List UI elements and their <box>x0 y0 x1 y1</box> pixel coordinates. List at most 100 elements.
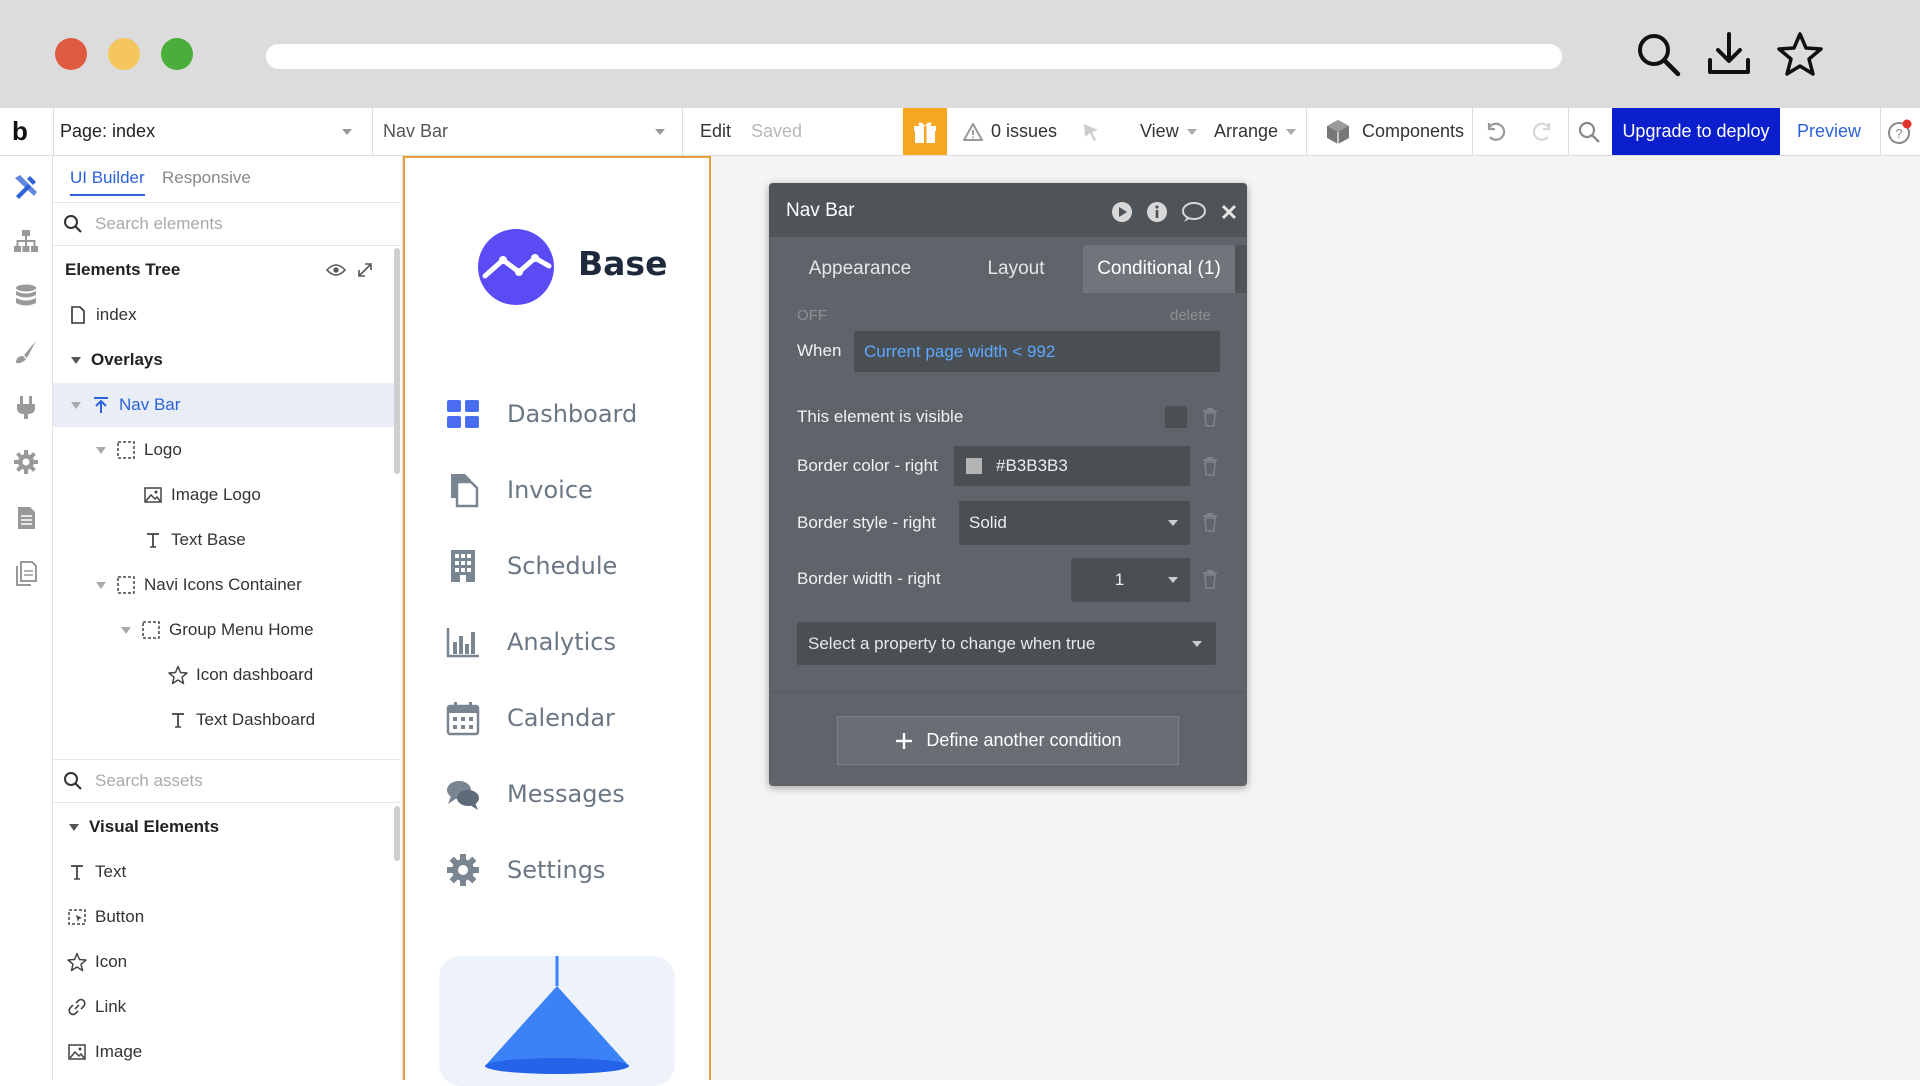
undo-icon[interactable] <box>1484 120 1508 144</box>
visual-element-button[interactable]: Button <box>53 895 398 939</box>
define-another-condition-button[interactable]: Define another condition <box>837 716 1179 765</box>
comment-icon[interactable] <box>1181 201 1207 223</box>
collapse-triangle-icon[interactable] <box>71 356 81 364</box>
condition-expression-field[interactable]: Current page width < 992 <box>854 331 1220 372</box>
visible-label: This element is visible <box>797 407 964 426</box>
tree-item-text-dashboard[interactable]: Text Dashboard <box>53 698 398 742</box>
address-bar[interactable] <box>266 44 1562 69</box>
trash-icon[interactable] <box>1202 407 1218 427</box>
bookmark-star-icon[interactable] <box>1776 30 1824 78</box>
border-width-select[interactable]: 1 <box>1071 558 1190 602</box>
collapse-triangle-icon[interactable] <box>121 626 131 634</box>
tree-item-text-base[interactable]: Text Base <box>53 518 398 562</box>
tab-conditional[interactable]: Conditional (1) <box>1083 245 1235 293</box>
components-button[interactable]: Components <box>1324 108 1464 155</box>
brand-name: Base <box>578 244 668 283</box>
bubble-logo[interactable]: b <box>12 108 42 155</box>
eye-icon[interactable] <box>326 263 346 277</box>
tab-responsive[interactable]: Responsive <box>162 168 251 188</box>
visual-element-text[interactable]: Text <box>53 850 398 894</box>
star-icon <box>67 952 87 972</box>
search-elements-field[interactable]: Search elements <box>53 202 400 246</box>
tab-layout[interactable]: Layout <box>951 245 1081 293</box>
collapse-triangle-icon[interactable] <box>71 401 81 409</box>
border-style-select[interactable]: Solid <box>959 501 1190 545</box>
gift-button[interactable] <box>903 108 947 155</box>
nav-item-invoice[interactable]: Invoice <box>445 460 593 520</box>
preview-button[interactable]: Preview <box>1797 108 1861 155</box>
arrange-menu[interactable]: Arrange <box>1214 108 1297 155</box>
help-button[interactable]: ? <box>1884 108 1914 155</box>
visual-element-link[interactable]: Link <box>53 985 398 1029</box>
tree-item-group-menu-home[interactable]: Group Menu Home <box>53 608 398 652</box>
tree-item-overlays[interactable]: Overlays <box>53 338 398 382</box>
tree-item-icon-dashboard[interactable]: Icon dashboard <box>53 653 398 697</box>
border-width-label: Border width - right <box>797 569 941 588</box>
search-icon[interactable] <box>1577 120 1601 144</box>
styles-brush-icon[interactable] <box>12 338 40 366</box>
search-icon[interactable] <box>1634 30 1682 78</box>
tree-item-navi-icons-container[interactable]: Navi Icons Container <box>53 563 398 607</box>
border-width-value: 1 <box>1114 570 1125 589</box>
assets-scrollbar[interactable] <box>394 806 400 861</box>
nav-item-messages[interactable]: Messages <box>445 764 625 824</box>
maximize-window-button[interactable] <box>161 38 193 70</box>
view-menu[interactable]: View <box>1140 108 1197 155</box>
design-tools-icon[interactable] <box>12 172 40 200</box>
trash-icon[interactable] <box>1202 456 1218 476</box>
visual-elements-header[interactable]: Visual Elements <box>53 805 398 849</box>
minimize-window-button[interactable] <box>108 38 140 70</box>
nav-item-analytics[interactable]: Analytics <box>445 612 616 672</box>
button-icon <box>68 909 86 925</box>
trash-icon[interactable] <box>1202 512 1218 532</box>
collapse-triangle-icon[interactable] <box>96 581 106 589</box>
info-icon[interactable] <box>1146 201 1168 223</box>
nav-item-schedule[interactable]: Schedule <box>445 536 617 596</box>
tab-ui-builder[interactable]: UI Builder <box>70 168 145 196</box>
tree-scrollbar[interactable] <box>394 248 400 474</box>
logs-document-icon[interactable] <box>12 504 40 532</box>
condition-off-toggle[interactable]: OFF <box>797 307 827 324</box>
workflow-icon[interactable] <box>12 227 40 255</box>
select-property-dropdown[interactable]: Select a property to change when true <box>797 622 1216 665</box>
redo-icon[interactable] <box>1530 120 1554 144</box>
nav-item-settings[interactable]: Settings <box>445 840 605 900</box>
tab-appearance[interactable]: Appearance <box>769 245 951 293</box>
nav-bar-element[interactable]: Base Dashboard Invoice Schedule Analytic… <box>403 156 711 1086</box>
nav-item-calendar[interactable]: Calendar <box>445 688 615 748</box>
visual-element-icon[interactable]: Icon <box>53 940 398 984</box>
element-select[interactable]: Nav Bar <box>383 108 673 155</box>
tree-item-index[interactable]: index <box>53 293 398 337</box>
settings-gear-icon[interactable] <box>12 448 40 476</box>
floating-group-icon <box>94 397 108 413</box>
visible-checkbox[interactable] <box>1165 406 1187 428</box>
issues-button[interactable]: 0 issues <box>963 108 1057 155</box>
collapse-triangle-icon[interactable] <box>96 446 106 454</box>
close-icon[interactable] <box>1220 203 1238 221</box>
tree-item-nav-bar[interactable]: Nav Bar <box>53 383 398 427</box>
upgrade-to-deploy-button[interactable]: Upgrade to deploy <box>1612 108 1780 155</box>
condition-delete-link[interactable]: delete <box>1170 307 1211 324</box>
border-style-value: Solid <box>969 513 1007 532</box>
close-window-button[interactable] <box>55 38 87 70</box>
download-icon[interactable] <box>1705 30 1753 78</box>
database-icon[interactable] <box>12 282 40 310</box>
expand-icon[interactable] <box>356 261 374 279</box>
play-icon[interactable] <box>1111 201 1133 223</box>
plugins-icon[interactable] <box>12 393 40 421</box>
nav-item-dashboard[interactable]: Dashboard <box>445 384 637 444</box>
collapse-triangle-icon[interactable] <box>69 823 79 831</box>
inspector-pointer-icon[interactable] <box>1081 121 1101 143</box>
visual-element-image[interactable]: Image <box>53 1030 398 1074</box>
star-icon <box>168 665 188 685</box>
trash-icon[interactable] <box>1202 569 1218 589</box>
pages-copy-icon[interactable] <box>12 559 40 587</box>
page-select[interactable]: Page: index <box>60 108 360 155</box>
edit-button[interactable]: Edit <box>700 108 731 155</box>
tree-item-logo[interactable]: Logo <box>53 428 398 472</box>
search-assets-field[interactable]: Search assets <box>53 759 400 803</box>
nav-label: Schedule <box>507 552 618 580</box>
border-style-label: Border style - right <box>797 513 936 532</box>
border-color-field[interactable]: #B3B3B3 <box>954 446 1190 486</box>
tree-item-image-logo[interactable]: Image Logo <box>53 473 398 517</box>
